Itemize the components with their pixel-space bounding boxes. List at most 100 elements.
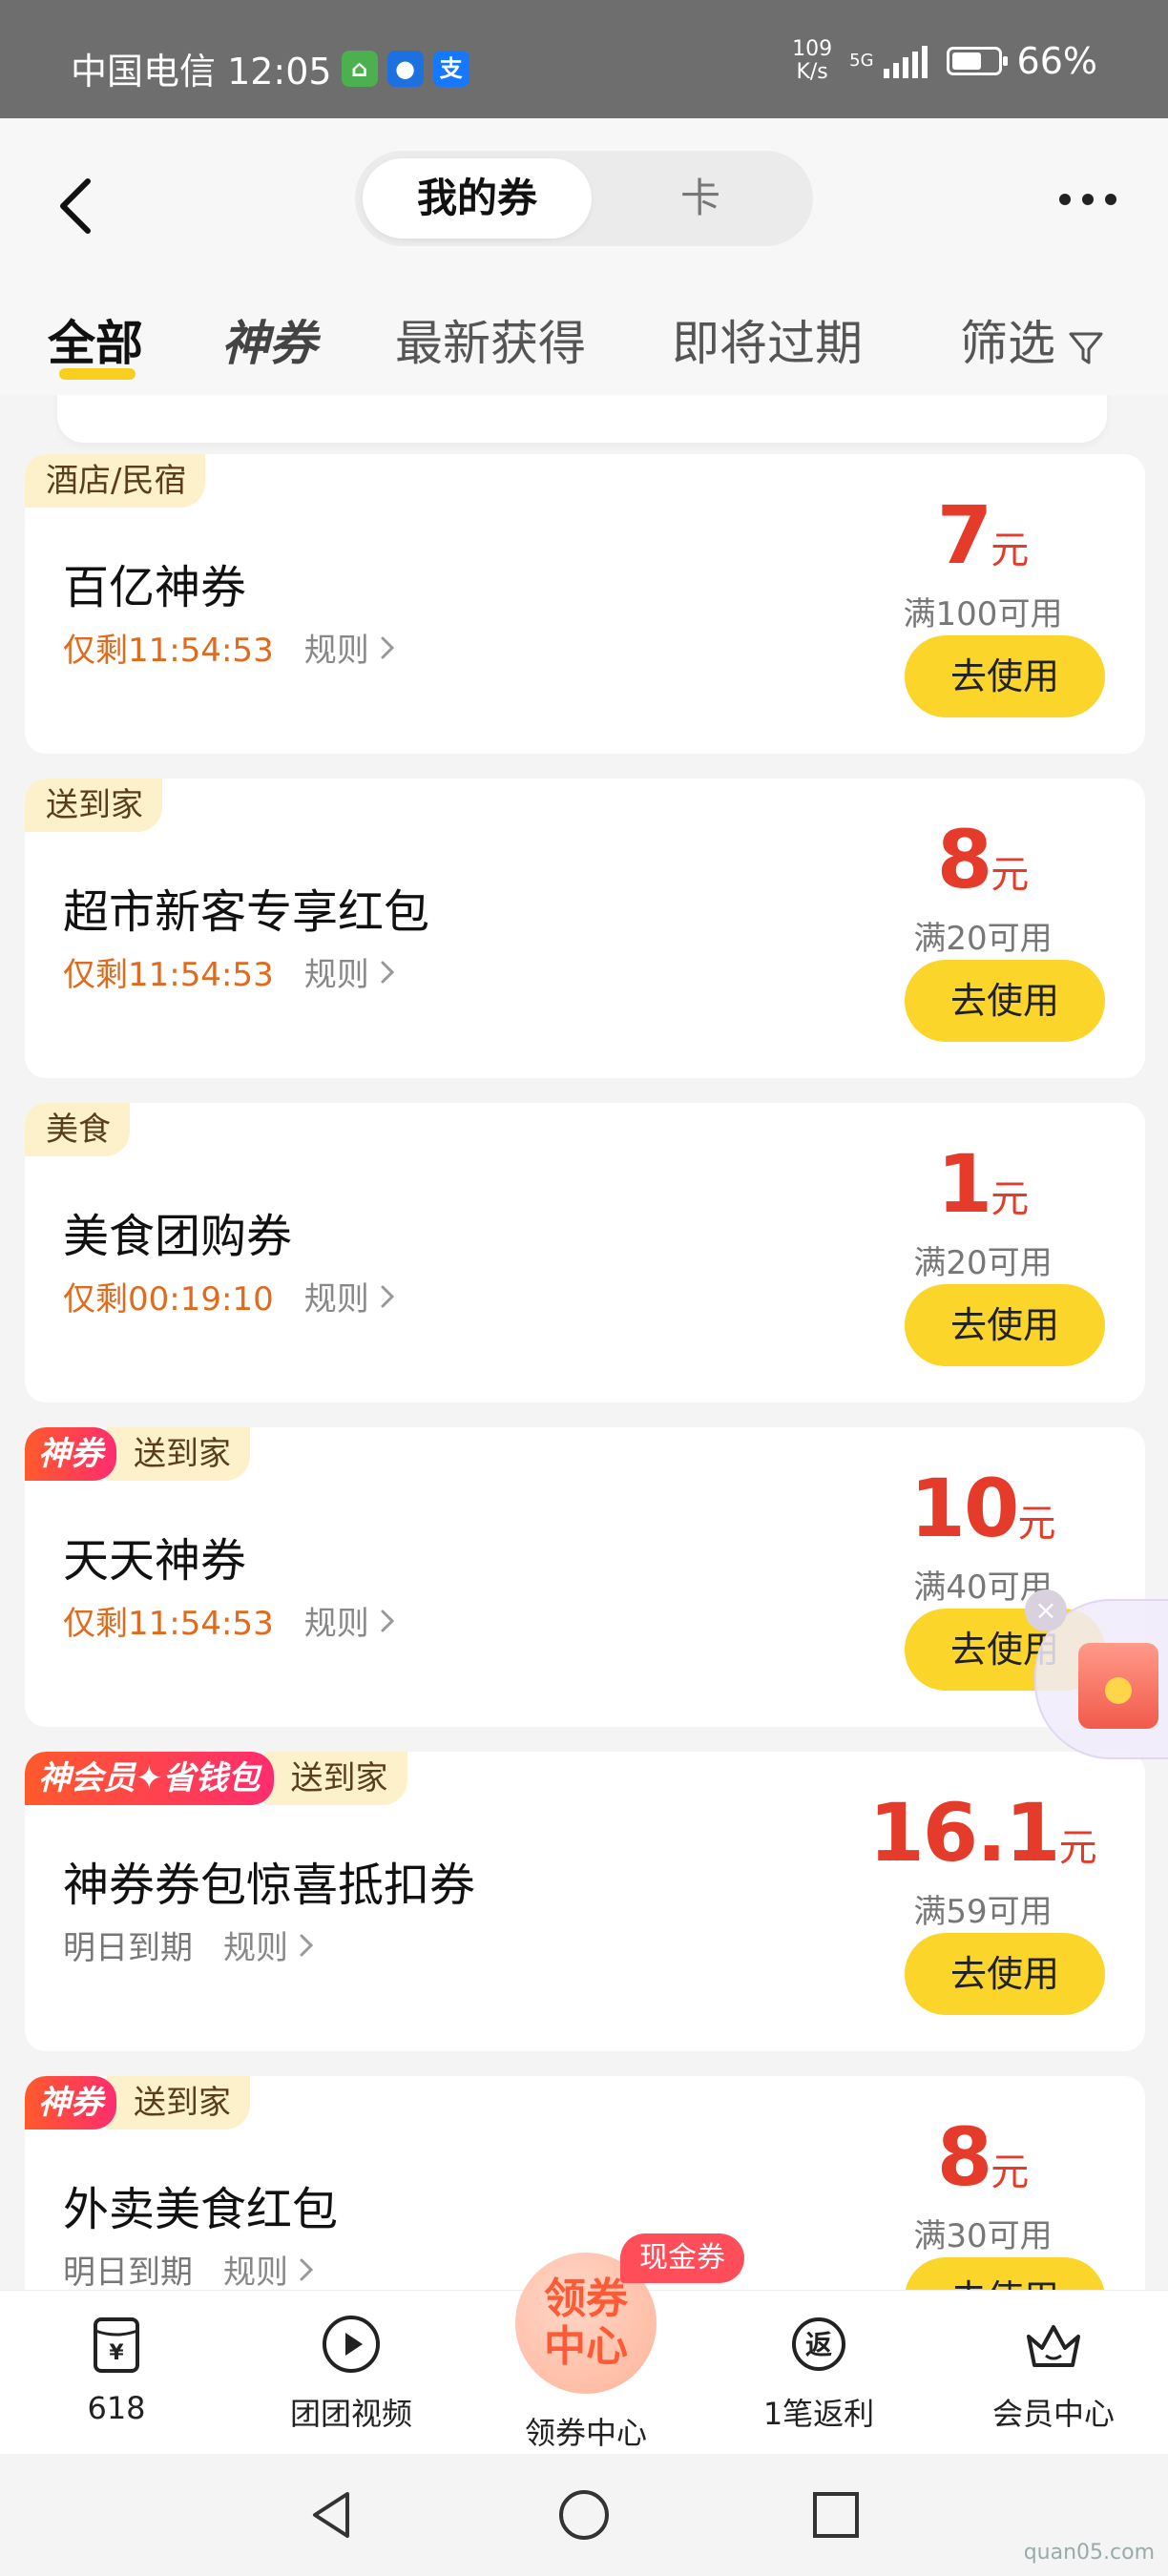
category-tag: 送到家 xyxy=(107,2076,250,2129)
home-circle-icon[interactable] xyxy=(555,2486,613,2544)
chevron-right-icon xyxy=(381,961,394,984)
battery-fill xyxy=(951,52,981,70)
nav-618[interactable]: ¥ 618 xyxy=(11,2310,221,2426)
close-icon[interactable]: × xyxy=(1025,1589,1067,1631)
expiry-text: 明日到期 xyxy=(63,2254,193,2290)
nav-rebate[interactable]: 返 1笔返利 xyxy=(714,2310,924,2434)
nav-label-rebate: 1笔返利 xyxy=(762,2396,875,2432)
back-button[interactable] xyxy=(48,168,105,244)
back-triangle-icon[interactable] xyxy=(303,2486,361,2544)
amount-value: 10 xyxy=(909,1462,1020,1555)
amount-unit: 元 xyxy=(991,853,1030,897)
amount-unit: 元 xyxy=(991,1177,1030,1221)
rebate-glyph: 返 xyxy=(805,2329,832,2360)
use-button[interactable]: 去使用 xyxy=(905,960,1105,1042)
header: 我的券 卡 全部 神券 最新获得 即将过期 筛选 xyxy=(0,118,1168,395)
expiry-text: 仅剩11:54:53 xyxy=(63,632,274,670)
coupon-amount: 16.1元 xyxy=(868,1786,1097,1880)
chevron-right-icon xyxy=(381,636,394,659)
tab-expiring[interactable]: 即将过期 xyxy=(672,305,863,374)
yen-glyph: ¥ xyxy=(109,2341,124,2365)
chevron-right-icon xyxy=(381,1610,394,1632)
expiry-text: 仅剩00:19:10 xyxy=(63,1280,274,1319)
red-envelope-icon xyxy=(1078,1643,1158,1729)
coupon-condition: 满30可用 xyxy=(913,2217,1053,2255)
status-bar: 中国电信 12:05 ⌂ ● 支 109 K/s 5G 66% xyxy=(0,0,1168,118)
rules-link[interactable]: 规则 xyxy=(304,1273,396,1319)
coupon-card[interactable]: 送到家 超市新客专享红包 仅剩11:54:53 规则 8元 满20可用 去使用 xyxy=(25,779,1145,1078)
rules-label: 规则 xyxy=(303,1605,369,1643)
coupon-title: 外卖美食红包 xyxy=(63,2183,339,2236)
segment-switch: 我的券 卡 xyxy=(355,151,813,246)
category-tag: 送到家 xyxy=(263,1752,407,1805)
amount-value: 16.1 xyxy=(868,1786,1060,1880)
amount-unit: 元 xyxy=(991,529,1030,572)
use-button[interactable]: 去使用 xyxy=(905,1284,1105,1366)
tab-filter[interactable]: 筛选 xyxy=(960,305,1107,374)
use-button[interactable]: 去使用 xyxy=(905,1933,1105,2015)
use-button[interactable]: 去使用 xyxy=(905,635,1105,717)
use-button[interactable]: 去使用 xyxy=(905,2257,1105,2290)
floating-red-packet[interactable]: × xyxy=(1025,1589,1168,1759)
rules-label: 规则 xyxy=(223,2254,288,2290)
rules-link[interactable]: 规则 xyxy=(304,1597,396,1644)
nav-member[interactable]: 会员中心 xyxy=(949,2310,1158,2434)
amount-value: 8 xyxy=(936,813,992,906)
rules-link[interactable]: 规则 xyxy=(223,1922,315,1968)
carrier-time: 中国电信 12:05 xyxy=(71,51,332,93)
nav-label-coupon-center[interactable]: 领券中心 xyxy=(481,2409,691,2453)
coupon-condition: 满59可用 xyxy=(913,1893,1053,1931)
chevron-right-icon xyxy=(381,1285,394,1308)
amount-value: 1 xyxy=(936,1137,992,1231)
status-left: 中国电信 12:05 ⌂ ● 支 xyxy=(71,42,469,94)
segment-cards[interactable]: 卡 xyxy=(592,158,809,239)
nav-video[interactable]: 团团视频 xyxy=(246,2310,456,2434)
coupon-amount: 7元 xyxy=(868,488,1097,582)
coupon-card[interactable]: 神券 送到家 天天神券 仅剩11:54:53 规则 10元 满40可用 去使用 xyxy=(25,1427,1145,1727)
penguin-app-icon: ● xyxy=(386,50,424,87)
coupon-card[interactable]: 神会员✦省钱包 送到家 神券券包惊喜抵扣券 明日到期 规则 16.1元 满59可用… xyxy=(25,1752,1145,2051)
recents-square-icon[interactable] xyxy=(807,2486,865,2544)
chevron-right-icon xyxy=(300,2258,314,2281)
coupon-title: 美食团购券 xyxy=(63,1210,293,1263)
coupon-tags: 送到家 xyxy=(25,779,162,832)
coupon-title: 超市新客专享红包 xyxy=(63,885,430,939)
status-right: 109 K/s 5G 66% xyxy=(792,38,1097,84)
coupon-card[interactable]: 美食 美食团购券 仅剩00:19:10 规则 1元 满20可用 去使用 xyxy=(25,1103,1145,1402)
funnel-icon xyxy=(1069,332,1103,364)
coupon-meta: 明日到期 规则 xyxy=(63,2246,315,2290)
shen-badge: 神券 xyxy=(25,2076,116,2129)
tab-all[interactable]: 全部 xyxy=(48,305,143,374)
rules-link[interactable]: 规则 xyxy=(304,948,396,995)
amount-value: 8 xyxy=(936,2110,992,2204)
more-icon[interactable] xyxy=(1059,185,1116,214)
nav-label-member: 会员中心 xyxy=(991,2396,1115,2432)
shen-badge: 神券 xyxy=(25,1427,116,1481)
coupon-list[interactable]: 酒店/民宿 百亿神券 仅剩11:54:53 规则 7元 满100可用 去使用 送… xyxy=(0,395,1168,2290)
bottom-nav: ¥ 618 团团视频 领券 中心 现金券 领券中心 返 1笔返利 会员中心 xyxy=(0,2233,1168,2454)
filter-tabs: 全部 神券 最新获得 即将过期 筛选 xyxy=(0,296,1168,391)
tab-newest[interactable]: 最新获得 xyxy=(395,305,586,374)
rules-link[interactable]: 规则 xyxy=(223,2246,315,2290)
coupon-meta: 仅剩11:54:53 规则 xyxy=(63,624,396,671)
segment-my-coupons[interactable]: 我的券 xyxy=(363,158,592,239)
rebate-icon: 返 xyxy=(792,2317,845,2371)
coupon-amount: 8元 xyxy=(868,813,1097,906)
tab-shen-coupon[interactable]: 神券 xyxy=(221,305,317,374)
network-type: 5G xyxy=(849,51,874,71)
coupon-amount: 10元 xyxy=(868,1462,1097,1555)
shen-badge: 神会员✦省钱包 xyxy=(25,1752,274,1805)
expiry-text: 仅剩11:54:53 xyxy=(63,956,274,994)
rules-label: 规则 xyxy=(223,1929,288,1967)
watermark: quan05.com xyxy=(1023,2541,1155,2565)
rules-link[interactable]: 规则 xyxy=(304,624,396,671)
coupon-meta: 仅剩11:54:53 规则 xyxy=(63,948,396,995)
battery-percent: 66% xyxy=(1016,40,1097,82)
amount-value: 7 xyxy=(936,488,992,582)
coupon-tags: 神券 送到家 xyxy=(25,1427,250,1481)
coupon-amount: 8元 xyxy=(868,2110,1097,2204)
coupon-card[interactable]: 酒店/民宿 百亿神券 仅剩11:54:53 规则 7元 满100可用 去使用 xyxy=(25,454,1145,754)
category-tag: 送到家 xyxy=(25,779,162,832)
chevron-right-icon xyxy=(300,1934,314,1957)
net-speed-value: 109 xyxy=(792,37,833,61)
